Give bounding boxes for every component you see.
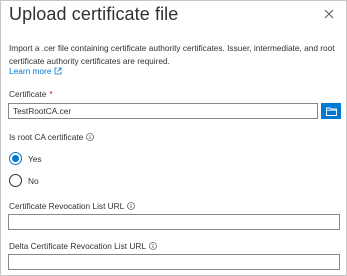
panel-title: Upload certificate file <box>9 4 179 24</box>
info-icon <box>149 242 157 250</box>
crl-url-input[interactable] <box>8 214 340 230</box>
delta-crl-url-input[interactable] <box>8 254 340 270</box>
radio-no-label: No <box>28 175 39 186</box>
radio-yes[interactable]: Yes <box>9 152 42 165</box>
external-link-icon <box>55 67 62 75</box>
crl-url-label: Certificate Revocation List URL <box>9 201 136 211</box>
radio-yes-label: Yes <box>28 153 42 164</box>
delta-crl-url-label-text: Delta Certificate Revocation List URL <box>9 241 146 251</box>
certificate-file-input[interactable] <box>8 103 318 119</box>
folder-icon <box>325 107 337 116</box>
close-icon <box>324 9 334 19</box>
radio-yes-circle[interactable] <box>9 152 22 165</box>
info-icon <box>86 133 95 141</box>
close-button[interactable] <box>321 6 337 22</box>
radio-selected-dot <box>12 155 19 162</box>
root-ca-label-text: Is root CA certificate <box>9 132 84 142</box>
info-icon <box>127 202 136 210</box>
certificate-label: Certificate * <box>9 89 53 99</box>
certificate-label-text: Certificate <box>9 89 47 99</box>
upload-certificate-panel: Upload certificate file Import a .cer fi… <box>0 0 347 276</box>
panel-description: Import a .cer file containing certificat… <box>9 43 335 66</box>
radio-no-circle[interactable] <box>9 174 22 187</box>
learn-more-label: Learn more <box>9 66 52 76</box>
required-marker: * <box>49 89 53 99</box>
delta-crl-url-label: Delta Certificate Revocation List URL <box>9 241 157 251</box>
root-ca-label: Is root CA certificate <box>9 132 95 142</box>
browse-file-button[interactable] <box>321 103 341 119</box>
crl-url-label-text: Certificate Revocation List URL <box>9 201 125 211</box>
radio-no[interactable]: No <box>9 174 39 187</box>
learn-more-link[interactable]: Learn more <box>9 66 62 76</box>
